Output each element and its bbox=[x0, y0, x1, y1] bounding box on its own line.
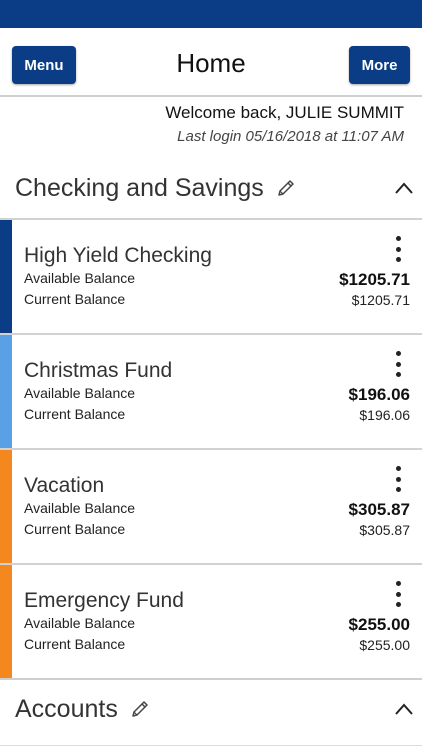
account-card-vacation[interactable]: Vacation Available Balance Current Balan… bbox=[0, 448, 422, 563]
kebab-icon[interactable] bbox=[392, 581, 404, 607]
account-name: Emergency Fund bbox=[24, 589, 184, 612]
current-balance-value: $1205.71 bbox=[351, 292, 410, 308]
account-card-emergency-fund[interactable]: Emergency Fund Available Balance Current… bbox=[0, 563, 422, 678]
account-name: Christmas Fund bbox=[24, 359, 173, 382]
available-balance-label: Available Balance bbox=[24, 500, 136, 516]
available-balance-value: $305.87 bbox=[348, 500, 410, 519]
account-color-stripe bbox=[0, 220, 12, 333]
pencil-icon[interactable] bbox=[276, 178, 296, 198]
current-balance-value: $305.87 bbox=[359, 522, 410, 538]
chevron-up-icon[interactable] bbox=[395, 182, 413, 194]
pencil-icon[interactable] bbox=[130, 699, 150, 719]
available-balance-value: $196.06 bbox=[348, 385, 410, 404]
account-card-high-yield-checking[interactable]: High Yield Checking Available Balance Cu… bbox=[0, 218, 422, 333]
last-login-text: Last login 05/16/2018 at 11:07 AM bbox=[177, 128, 404, 145]
available-balance-label: Available Balance bbox=[24, 385, 136, 401]
account-color-stripe bbox=[0, 565, 12, 678]
more-button[interactable]: More bbox=[349, 46, 410, 84]
welcome-block: Welcome back, JULIE SUMMIT Last login 05… bbox=[165, 102, 404, 148]
chevron-up-icon[interactable] bbox=[395, 703, 413, 715]
status-bar bbox=[0, 0, 422, 28]
current-balance-value: $255.00 bbox=[359, 637, 410, 653]
account-name: High Yield Checking bbox=[24, 244, 212, 267]
kebab-icon[interactable] bbox=[392, 236, 404, 262]
available-balance-label: Available Balance bbox=[24, 615, 136, 631]
account-color-stripe bbox=[0, 450, 12, 563]
current-balance-value: $196.06 bbox=[359, 407, 410, 423]
section-header-accounts: Accounts bbox=[0, 678, 422, 738]
kebab-icon[interactable] bbox=[392, 466, 404, 492]
available-balance-value: $1205.71 bbox=[339, 270, 410, 289]
section-title: Checking and Savings bbox=[15, 173, 264, 202]
divider bbox=[0, 745, 422, 750]
available-balance-label: Available Balance bbox=[24, 270, 136, 286]
account-name: Vacation bbox=[24, 474, 105, 497]
kebab-icon[interactable] bbox=[392, 351, 404, 377]
section-title: Accounts bbox=[15, 694, 118, 723]
current-balance-label: Current Balance bbox=[24, 291, 126, 307]
account-card-christmas-fund[interactable]: Christmas Fund Available Balance Current… bbox=[0, 333, 422, 448]
current-balance-label: Current Balance bbox=[24, 521, 126, 537]
welcome-greeting: Welcome back, JULIE SUMMIT bbox=[165, 103, 404, 122]
nav-bar: Menu Home More bbox=[0, 28, 422, 97]
account-color-stripe bbox=[0, 335, 12, 448]
current-balance-label: Current Balance bbox=[24, 636, 126, 652]
current-balance-label: Current Balance bbox=[24, 406, 126, 422]
available-balance-value: $255.00 bbox=[348, 615, 410, 634]
section-header-checking-savings: Checking and Savings bbox=[0, 158, 422, 218]
